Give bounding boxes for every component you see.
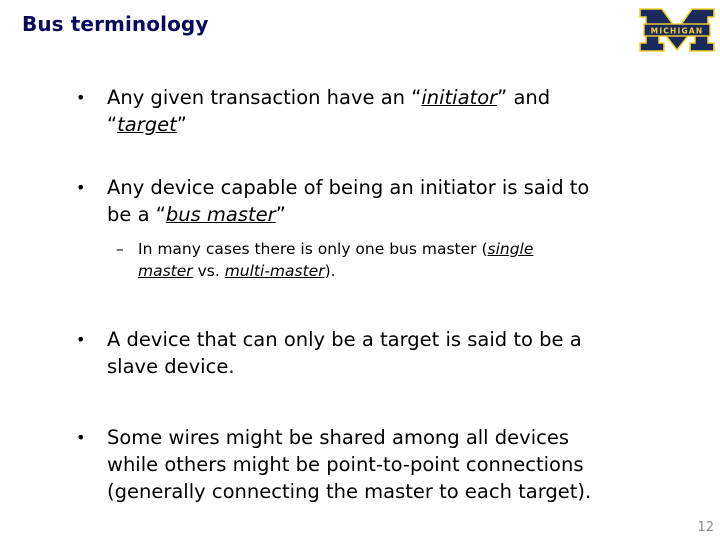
- sub-bullet-text: In many cases there is only one bus mast…: [138, 240, 534, 280]
- bullet-text: Some wires might be shared among all dev…: [107, 426, 592, 503]
- bullet-text: Any given transaction have an “initiator…: [107, 86, 551, 136]
- term-multi-master: multi-master: [224, 262, 325, 280]
- page-number: 12: [697, 520, 714, 535]
- bullet-marker: •: [76, 178, 86, 197]
- bullet-item: • Any device capable of being an initiat…: [76, 174, 676, 228]
- bullet-item: • Any given transaction have an “initiat…: [76, 84, 676, 138]
- bullet-marker: •: [76, 428, 86, 447]
- term-initiator: initiator: [421, 86, 498, 109]
- sub-bullet-marker: –: [116, 240, 124, 258]
- sub-bullet-item: – In many cases there is only one bus ma…: [116, 238, 636, 282]
- bullet-marker: •: [76, 330, 86, 349]
- bullet-text: A device that can only be a target is sa…: [107, 328, 582, 378]
- term-master: master: [138, 262, 193, 280]
- bullet-item: • A device that can only be a target is …: [76, 326, 676, 380]
- bullet-text: Any device capable of being an initiator…: [107, 176, 590, 226]
- term-single: single: [487, 240, 534, 258]
- bullet-item: • Some wires might be shared among all d…: [76, 424, 676, 505]
- slide-content: • Any given transaction have an “initiat…: [0, 0, 720, 540]
- term-bus-master: bus master: [165, 203, 276, 226]
- bullet-marker: •: [76, 88, 86, 107]
- term-target: target: [117, 113, 177, 136]
